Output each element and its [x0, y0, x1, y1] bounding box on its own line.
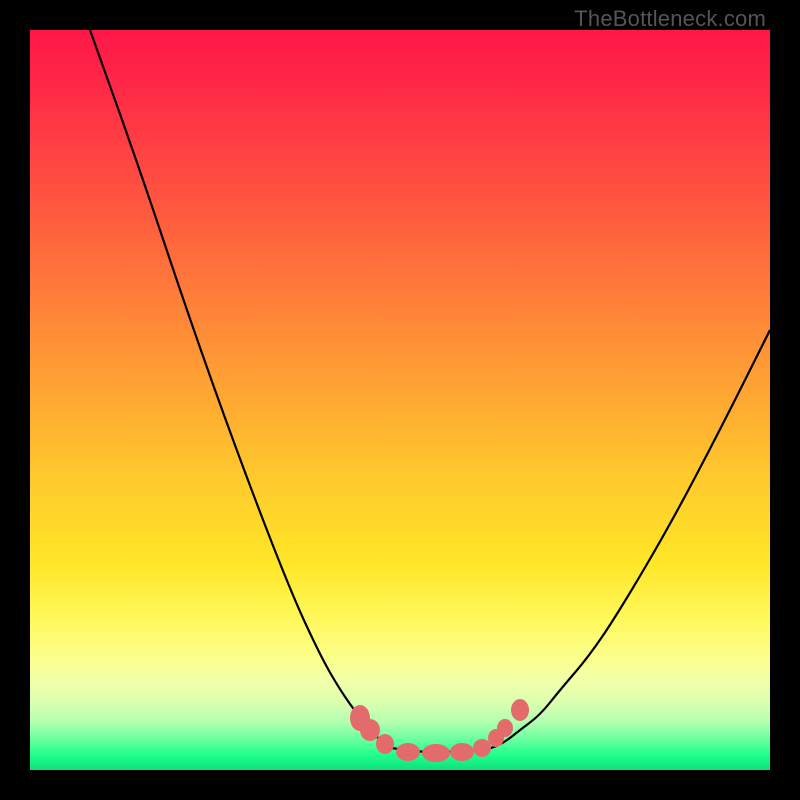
data-marker — [511, 699, 529, 721]
curve-layer — [90, 30, 770, 752]
data-marker — [396, 743, 420, 761]
data-marker — [422, 744, 450, 762]
chart-svg — [30, 30, 770, 770]
data-marker — [376, 734, 394, 754]
attribution-text: TheBottleneck.com — [574, 6, 766, 32]
data-marker — [360, 719, 380, 741]
data-marker — [450, 743, 474, 761]
chart-frame — [30, 30, 770, 770]
data-marker — [473, 739, 491, 757]
data-marker — [497, 719, 513, 737]
marker-layer — [350, 699, 529, 762]
curve-left — [90, 30, 392, 748]
curve-right — [482, 330, 770, 750]
